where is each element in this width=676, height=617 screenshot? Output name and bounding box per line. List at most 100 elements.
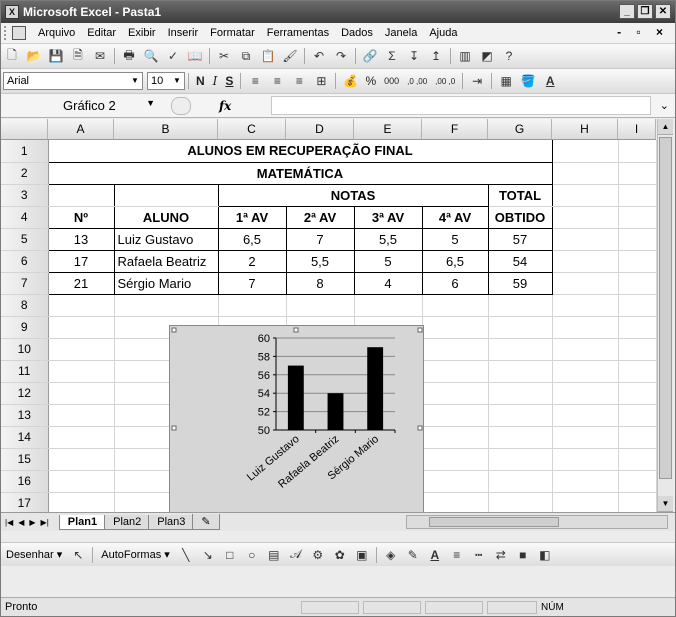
cell[interactable]: 57	[488, 228, 553, 251]
chevron-down-icon[interactable]: ▼	[146, 98, 155, 108]
row-header[interactable]: 5	[1, 228, 49, 251]
close-button[interactable]: ✕	[655, 4, 671, 19]
print-preview-icon[interactable]: 🔍	[141, 47, 161, 65]
menu-ferramentas[interactable]: Ferramentas	[261, 27, 335, 39]
col-header-i[interactable]: I	[618, 119, 656, 139]
cell[interactable]: 4	[354, 272, 423, 295]
menu-grip[interactable]	[4, 26, 8, 40]
row-header[interactable]: 14	[1, 426, 49, 449]
cell[interactable]: 5	[354, 250, 423, 273]
diagram-icon[interactable]: ⚙	[308, 546, 328, 564]
name-box[interactable]: Gráfico 2 ▼	[25, 96, 155, 115]
dash-style-icon[interactable]: ┅	[469, 546, 489, 564]
horizontal-scrollbar[interactable]	[406, 515, 668, 529]
cell[interactable]: 8	[286, 272, 355, 295]
font-color-icon[interactable]: A	[540, 72, 560, 90]
bold-button[interactable]: N	[192, 74, 209, 88]
menu-editar[interactable]: Editar	[81, 27, 122, 39]
paste-icon[interactable]: 📋	[258, 47, 278, 65]
3d-icon[interactable]: ◧	[535, 546, 555, 564]
arrow-icon[interactable]: ↘	[198, 546, 218, 564]
header-cell[interactable]: ALUNO	[114, 206, 219, 229]
header-cell[interactable]: 3ª AV	[354, 206, 423, 229]
shadow-icon[interactable]: ■	[513, 546, 533, 564]
workbook-window-controls[interactable]: - ▫ ×	[617, 25, 669, 39]
prev-sheet-icon[interactable]: ◀	[18, 518, 24, 527]
undo-icon[interactable]: ↶	[309, 47, 329, 65]
italic-button[interactable]: I	[209, 74, 222, 88]
cell[interactable]: 54	[488, 250, 553, 273]
chart-wizard-icon[interactable]: ▥	[455, 47, 475, 65]
horizontal-scroll-thumb[interactable]	[429, 517, 559, 527]
menu-arquivo[interactable]: Arquivo	[32, 27, 81, 39]
cell[interactable]: 5,5	[354, 228, 423, 251]
wordart-icon[interactable]: 𝒜	[286, 546, 306, 564]
last-sheet-icon[interactable]: ▶|	[41, 518, 49, 527]
cell[interactable]: 7	[286, 228, 355, 251]
text-box-icon[interactable]: ▤	[264, 546, 284, 564]
font-name-select[interactable]: Arial ▼	[3, 72, 143, 90]
fill-color-icon[interactable]: ◈	[381, 546, 401, 564]
align-center-icon[interactable]: ≡	[267, 72, 287, 90]
underline-button[interactable]: S	[221, 74, 237, 88]
cell[interactable]: 5,5	[286, 250, 355, 273]
expand-formula-bar-icon[interactable]: ⌄	[660, 99, 669, 112]
draw-menu-button[interactable]: Desenhar ▾	[1, 548, 67, 561]
minimize-button[interactable]: _	[619, 4, 635, 19]
help-icon[interactable]: ?	[499, 47, 519, 65]
insert-function-icon[interactable]: fx	[219, 99, 231, 113]
rectangle-icon[interactable]: □	[220, 546, 240, 564]
formula-input[interactable]	[271, 96, 651, 115]
cell[interactable]: 6,5	[422, 250, 489, 273]
row-header[interactable]: 10	[1, 338, 49, 361]
cell[interactable]: 13	[48, 228, 115, 251]
chevron-down-icon[interactable]: ▼	[129, 74, 141, 88]
subject-cell[interactable]: MATEMÁTICA	[48, 162, 553, 185]
sheet-title-cell[interactable]: ALUNOS EM RECUPERAÇÃO FINAL	[48, 140, 553, 163]
header-cell[interactable]: 2ª AV	[286, 206, 355, 229]
col-header-g[interactable]: G	[488, 119, 552, 139]
next-sheet-icon[interactable]: ▶	[29, 518, 35, 527]
tab-plan3[interactable]: Plan3	[148, 514, 195, 530]
cell[interactable]: Sérgio Mario	[114, 272, 219, 295]
arrow-style-icon[interactable]: ⇄	[491, 546, 511, 564]
line-style-icon[interactable]: ≡	[447, 546, 467, 564]
indent-icon[interactable]: ⇥	[467, 72, 487, 90]
autoshapes-menu-button[interactable]: AutoFormas ▾	[96, 548, 175, 561]
row-header[interactable]: 9	[1, 316, 49, 339]
row-header[interactable]: 4	[1, 206, 49, 229]
cell[interactable]: 7	[218, 272, 287, 295]
new-icon[interactable]: 🗋	[2, 47, 22, 65]
workbook-icon[interactable]	[12, 26, 26, 40]
spelling-icon[interactable]: ✓	[163, 47, 183, 65]
first-sheet-icon[interactable]: |◀	[5, 518, 13, 527]
cell[interactable]: Rafaela Beatriz	[114, 250, 219, 273]
clip-art-icon[interactable]: ✿	[330, 546, 350, 564]
row-header[interactable]: 3	[1, 184, 49, 207]
cell[interactable]: Luiz Gustavo	[114, 228, 219, 251]
menu-inserir[interactable]: Inserir	[162, 27, 205, 39]
permission-icon[interactable]: 🗎	[68, 47, 88, 65]
embedded-chart[interactable]: 50 52 54 56 58 60 Luiz Gustavo Rafaela Beatriz S…	[169, 325, 424, 531]
oval-icon[interactable]: ○	[242, 546, 262, 564]
sort-ascending-icon[interactable]: ↧	[404, 47, 424, 65]
menu-ajuda[interactable]: Ajuda	[423, 27, 463, 39]
menu-dados[interactable]: Dados	[335, 27, 379, 39]
email-icon[interactable]: ✉	[90, 47, 110, 65]
borders-icon[interactable]: ▦	[496, 72, 516, 90]
header-cell[interactable]: OBTIDO	[488, 206, 553, 229]
currency-icon[interactable]: 💰	[340, 72, 360, 90]
fill-color-icon[interactable]: 🪣	[518, 72, 538, 90]
restore-button[interactable]: ❐	[637, 4, 653, 19]
menu-janela[interactable]: Janela	[379, 27, 423, 39]
merge-center-icon[interactable]: ⊞	[311, 72, 331, 90]
row-header[interactable]: 6	[1, 250, 49, 273]
line-icon[interactable]: ╲	[176, 546, 196, 564]
header-cell[interactable]: 1ª AV	[218, 206, 287, 229]
cell[interactable]: 5	[422, 228, 489, 251]
menu-formatar[interactable]: Formatar	[204, 27, 261, 39]
cell[interactable]: 2	[218, 250, 287, 273]
format-painter-icon[interactable]: 🖌	[280, 47, 300, 65]
row-header[interactable]: 13	[1, 404, 49, 427]
row-header[interactable]: 15	[1, 448, 49, 471]
